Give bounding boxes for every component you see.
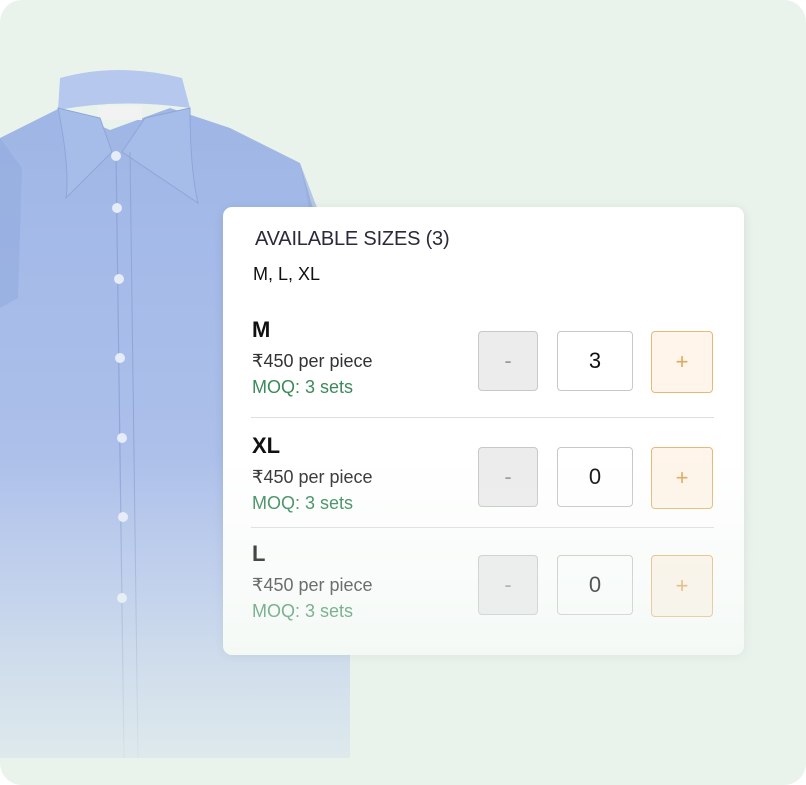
size-row-xl: XL ₹450 per piece MOQ: 3 sets - 0 + [223,429,744,539]
row-divider [251,417,714,418]
quantity-field[interactable]: 0 [557,555,633,615]
increment-button[interactable]: + [651,331,713,393]
increment-button[interactable]: + [651,447,713,509]
size-moq: MOQ: 3 sets [252,377,354,397]
size-name: L [252,541,266,566]
size-price: ₹450 per piece [252,351,373,371]
background-frame: AVAILABLE SIZES (3) M, L, XL M ₹450 per … [0,0,806,785]
quantity-field[interactable]: 0 [557,447,633,507]
size-name: M [252,317,271,342]
size-row-l: L ₹450 per piece MOQ: 3 sets - 0 + [223,537,744,647]
decrement-button[interactable]: - [478,555,538,615]
decrement-button[interactable]: - [478,331,538,391]
size-name: XL [252,433,281,458]
panel-title: AVAILABLE SIZES (3) [255,228,450,250]
quantity-field[interactable]: 3 [557,331,633,391]
size-moq: MOQ: 3 sets [252,493,354,513]
increment-button[interactable]: + [651,555,713,617]
available-size-list: M, L, XL [253,264,321,284]
size-price: ₹450 per piece [252,575,373,595]
decrement-button[interactable]: - [478,447,538,507]
size-price: ₹450 per piece [252,467,373,487]
size-moq: MOQ: 3 sets [252,601,354,621]
size-row-m: M ₹450 per piece MOQ: 3 sets - 3 + [223,313,744,423]
row-divider [251,527,714,528]
size-selection-panel: AVAILABLE SIZES (3) M, L, XL M ₹450 per … [223,207,744,655]
